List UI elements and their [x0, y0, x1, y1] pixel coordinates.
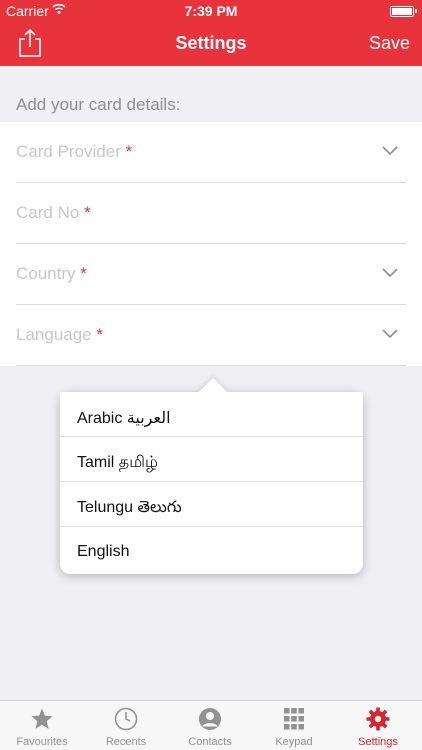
language-option-arabic[interactable]: Arabic العربية	[60, 392, 363, 437]
language-field[interactable]: Language *	[16, 305, 406, 366]
required-mark: *	[84, 203, 91, 222]
tab-bar: Favourites Recents Contacts Keypad Setti…	[0, 700, 422, 750]
star-icon	[31, 708, 53, 729]
tab-settings[interactable]: Settings	[336, 701, 420, 750]
page-title: Settings	[175, 33, 247, 53]
tab-keypad[interactable]: Keypad	[252, 701, 336, 750]
clock-icon	[114, 707, 138, 731]
battery-icon	[390, 6, 417, 17]
keypad-icon	[284, 708, 304, 730]
chevron-down-icon	[382, 268, 398, 278]
country-label: Country	[16, 264, 76, 283]
tab-label: Recents	[105, 736, 147, 748]
language-option-tamil[interactable]: Tamil தமிழ்	[60, 437, 363, 482]
card-provider-field[interactable]: Card Provider *	[16, 122, 406, 183]
language-popover: Arabic العربية Tamil தமிழ் Telungu తెలుగ…	[60, 377, 363, 574]
status-time: 7:39 PM	[184, 3, 238, 19]
tab-label: Favourites	[16, 736, 68, 748]
tab-recents[interactable]: Recents	[84, 701, 168, 750]
tab-label: Contacts	[188, 736, 232, 748]
chevron-down-icon	[382, 146, 398, 156]
navigation-bar: Settings Save	[0, 22, 422, 66]
tab-label: Settings	[358, 736, 398, 748]
tab-contacts[interactable]: Contacts	[168, 701, 252, 750]
gear-icon	[366, 707, 390, 731]
required-mark: *	[96, 325, 103, 344]
language-label: Language	[16, 325, 92, 344]
save-button[interactable]: Save	[369, 33, 410, 54]
status-bar: Carrier 7:39 PM	[0, 0, 422, 22]
section-header: Add your card details:	[16, 95, 181, 114]
card-no-field[interactable]: Card No *	[16, 183, 406, 244]
required-mark: *	[125, 142, 133, 161]
card-no-label: Card No	[16, 203, 80, 222]
chevron-down-icon	[382, 329, 398, 339]
contact-icon	[199, 708, 221, 730]
tab-label: Keypad	[275, 736, 313, 748]
language-option-telungu[interactable]: Telungu తెలుగు	[60, 482, 363, 527]
card-details-form: Card Provider * Card No * Country * Lang…	[0, 122, 422, 366]
required-mark: *	[80, 264, 87, 283]
tab-favourites[interactable]: Favourites	[0, 701, 84, 750]
card-provider-label: Card Provider	[16, 142, 121, 161]
country-field[interactable]: Country *	[16, 244, 406, 305]
language-option-english[interactable]: English	[60, 527, 363, 572]
